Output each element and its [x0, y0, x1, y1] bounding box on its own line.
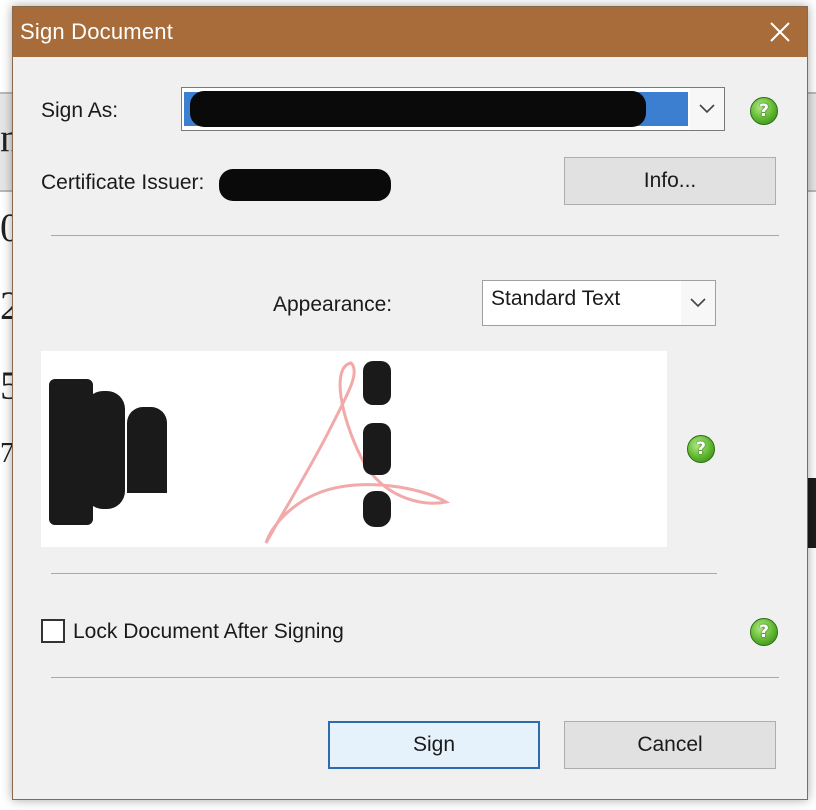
- appearance-dropdown[interactable]: Standard Text: [482, 280, 716, 326]
- acrobat-watermark-icon: [264, 361, 451, 544]
- redacted-signature-details: [363, 361, 391, 405]
- signature-preview: [41, 351, 667, 547]
- sign-as-label: Sign As:: [41, 99, 119, 122]
- sign-as-dropdown-arrow[interactable]: [690, 88, 724, 130]
- dialog-title: Sign Document: [20, 19, 174, 44]
- sign-as-dropdown[interactable]: [181, 87, 725, 131]
- help-icon[interactable]: ?: [750, 97, 778, 125]
- help-icon[interactable]: ?: [687, 435, 715, 463]
- close-button[interactable]: [753, 7, 807, 57]
- cancel-button[interactable]: Cancel: [564, 721, 776, 769]
- chevron-down-icon: [690, 298, 706, 308]
- lock-document-checkbox[interactable]: [41, 619, 65, 643]
- redacted-certificate-issuer: [219, 169, 391, 201]
- redacted-signature-name: [85, 391, 125, 509]
- appearance-label: Appearance:: [273, 293, 393, 316]
- separator: [51, 573, 717, 574]
- certificate-issuer-label: Certificate Issuer:: [41, 171, 205, 194]
- appearance-dropdown-arrow[interactable]: [681, 281, 715, 325]
- chevron-down-icon: [699, 104, 715, 114]
- separator: [51, 235, 779, 236]
- lock-document-label[interactable]: Lock Document After Signing: [73, 620, 344, 644]
- appearance-value: Standard Text: [491, 287, 621, 310]
- close-icon: [770, 22, 790, 42]
- redacted-signature-name: [127, 407, 167, 493]
- redacted-identity: [190, 91, 646, 127]
- help-icon[interactable]: ?: [750, 618, 778, 646]
- sign-document-dialog: Sign Document Sign As: ? Certificate Iss…: [12, 6, 808, 800]
- info-button[interactable]: Info...: [564, 157, 776, 205]
- sign-button[interactable]: Sign: [328, 721, 540, 769]
- separator: [51, 677, 779, 678]
- dialog-titlebar: Sign Document: [13, 7, 807, 57]
- redacted-signature-details: [363, 423, 391, 475]
- redacted-signature-details: [363, 491, 391, 527]
